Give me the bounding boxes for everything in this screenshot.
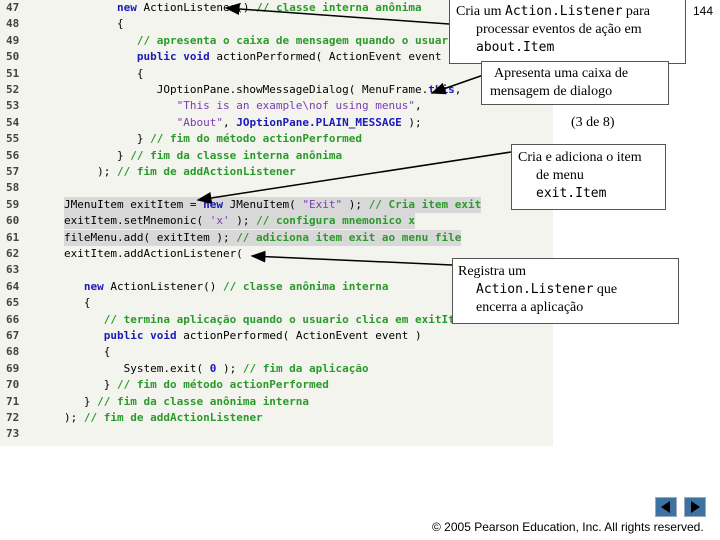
code-line: 58 <box>0 180 553 196</box>
callout-exit-item: Cria e adiciona o item de menu exit.Item <box>511 144 666 210</box>
code-line: 59 JMenuItem exitItem = new JMenuItem( "E… <box>0 196 553 213</box>
code-text: "This is an example\nof using menus", <box>176 99 422 113</box>
code-line: 60 exitItem.setMnemonic( 'x' ); // config… <box>0 213 553 230</box>
callout-dialog: Apresenta uma caixa de mensagem de dialo… <box>481 61 669 105</box>
code-text: new ActionListener() // classe interna a… <box>116 1 422 14</box>
code-line: 61 fileMenu.add( exitItem ); // adiciona … <box>0 229 553 246</box>
slide-number: 144 <box>693 4 714 18</box>
code-line: 53 "This is an example\nof using menus", <box>0 98 553 114</box>
line-number: 57 <box>6 165 20 178</box>
code-text: public void actionPerformed( ActionEvent… <box>136 50 455 64</box>
line-number: 48 <box>6 17 20 31</box>
line-number: 53 <box>6 99 20 113</box>
line-number: 65 <box>6 296 20 310</box>
line-number: 56 <box>6 148 20 162</box>
line-number: 60 <box>6 214 20 228</box>
line-number: 69 <box>6 361 20 375</box>
code-line: 56 } // fim da classe interna anônima <box>0 148 553 164</box>
code-text: // apresenta o caixa de mensagem quando … <box>136 33 482 47</box>
code-listing: 47 new ActionListener() // classe intern… <box>0 0 553 446</box>
code-text: JMenuItem exitItem = new JMenuItem( "Exi… <box>64 196 482 213</box>
code-text: } // fim do método actionPerformed <box>64 378 329 392</box>
line-number: 64 <box>6 279 20 293</box>
next-arrow-icon[interactable] <box>684 497 706 517</box>
line-number: 71 <box>6 394 20 408</box>
line-number: 51 <box>6 66 20 80</box>
callout-exit-listener: Registra um Action.Listener que encerra … <box>452 258 679 324</box>
line-number: 59 <box>6 197 20 211</box>
line-number: 68 <box>6 345 20 359</box>
callout-about-listener: Cria um Action.Listener para processar e… <box>449 0 686 64</box>
line-number: 54 <box>6 115 20 129</box>
line-number: 49 <box>6 33 20 47</box>
code-line: 72 ); // fim de addActionListener <box>0 410 553 426</box>
line-number: 67 <box>6 329 20 342</box>
code-line: 71 } // fim da classe anônima interna <box>0 394 553 410</box>
code-line: 70 } // fim do método actionPerformed <box>0 377 553 393</box>
code-text: { <box>64 296 91 310</box>
line-number: 70 <box>6 378 20 392</box>
line-number: 58 <box>6 181 20 195</box>
code-line: 54 "About", JOptionPane.PLAIN_MESSAGE ); <box>0 115 553 131</box>
page-indicator: (3 de 8) <box>571 115 615 130</box>
line-number: 63 <box>6 263 20 277</box>
code-line: 69 System.exit( 0 ); // fim da aplicação <box>0 361 553 377</box>
code-text: } // fim da classe interna anônima <box>64 148 343 162</box>
code-text: public void actionPerformed( ActionEvent… <box>103 329 422 342</box>
code-text: exitItem.addActionListener( <box>64 247 243 260</box>
code-line: 73 <box>0 426 553 442</box>
code-line: 67 public void actionPerformed( ActionEv… <box>0 328 553 344</box>
code-text: System.exit( 0 ); // fim da aplicação <box>64 361 369 375</box>
previous-arrow-icon[interactable] <box>655 497 677 517</box>
code-line: 51 { <box>0 66 553 82</box>
code-text: fileMenu.add( exitItem ); // adiciona it… <box>64 229 462 246</box>
code-text: ); // fim de addActionListener <box>64 165 296 178</box>
line-number: 52 <box>6 83 20 96</box>
line-number: 62 <box>6 247 20 260</box>
code-text: { <box>64 66 144 80</box>
code-text: // termina aplicação quando o usuario cl… <box>103 312 468 326</box>
code-text: } // fim da classe anônima interna <box>64 394 310 408</box>
line-number: 55 <box>6 132 20 146</box>
code-line: 55 } // fim do método actionPerformed <box>0 131 553 147</box>
line-number: 73 <box>6 427 20 441</box>
code-line: 57 ); // fim de addActionListener <box>0 164 553 180</box>
code-text: { <box>64 17 124 31</box>
line-number: 72 <box>6 411 20 424</box>
code-text: new ActionListener() // classe anônima i… <box>83 279 389 293</box>
copyright-notice: © 2005 Pearson Education, Inc. All right… <box>432 520 704 534</box>
line-number: 61 <box>6 230 20 244</box>
code-text: ); // fim de addActionListener <box>64 411 263 424</box>
code-text: { <box>64 345 111 359</box>
code-text: } // fim do método actionPerformed <box>64 132 363 146</box>
line-number: 66 <box>6 312 20 326</box>
code-text: "About", JOptionPane.PLAIN_MESSAGE ); <box>176 115 422 129</box>
code-line: 68 { <box>0 344 553 360</box>
code-line: 52 JOptionPane.showMessageDialog( MenuFr… <box>0 82 553 98</box>
code-text: exitItem.setMnemonic( 'x' ); // configur… <box>64 213 416 230</box>
line-number: 47 <box>6 1 20 14</box>
code-text: JOptionPane.showMessageDialog( MenuFrame… <box>64 83 462 96</box>
line-number: 50 <box>6 50 20 64</box>
